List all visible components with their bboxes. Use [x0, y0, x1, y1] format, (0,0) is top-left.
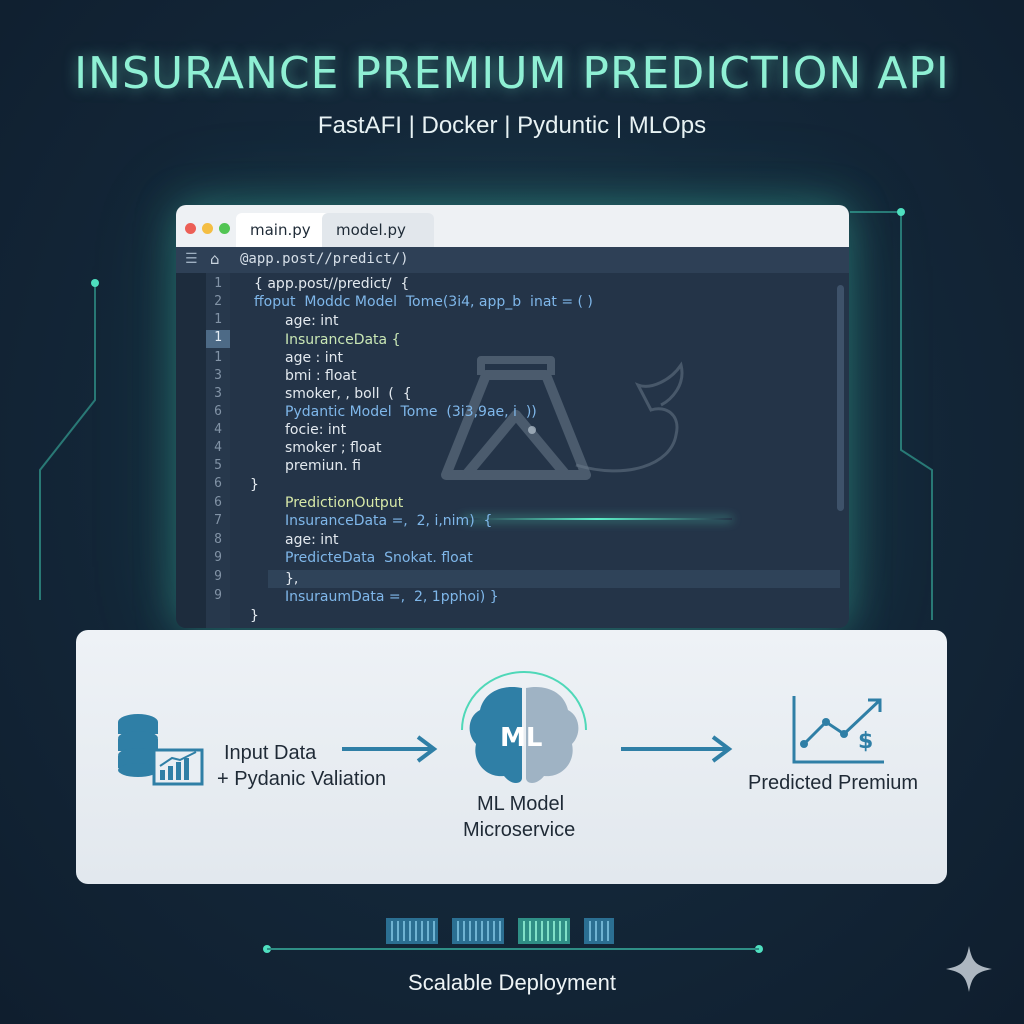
ml-brain-icon: ML: [461, 671, 587, 783]
code-line: InsuranceData {: [285, 332, 401, 348]
dollar-icon: $: [858, 729, 873, 754]
trend-chart-icon: $: [792, 696, 884, 764]
line-number: 7: [214, 513, 222, 528]
line-number: 2: [214, 294, 222, 309]
arrow-right-icon: [342, 735, 438, 763]
microservice-label: Microservice: [463, 819, 576, 841]
ml-badge-text: ML: [500, 723, 542, 753]
validation-label: + Pydanic Valiation: [217, 768, 387, 790]
line-number: 3: [214, 386, 222, 401]
line-number: 6: [214, 404, 222, 419]
editor-titlebar: main.py model.py: [176, 205, 849, 247]
sparkle-icon: [946, 946, 992, 992]
arrow-right-icon: [621, 735, 733, 763]
editor-scrollbar[interactable]: [837, 285, 844, 511]
code-line: },: [285, 571, 299, 587]
code-editor-window: main.py model.py ☰ ⌂ @app.post//predict/…: [176, 205, 849, 628]
line-number: 1: [214, 312, 222, 327]
code-line: smoker ; float: [285, 440, 382, 456]
database-chart-icon: [118, 714, 204, 786]
maximize-dot-icon[interactable]: [219, 223, 230, 234]
editor-side-gutter: [176, 273, 206, 628]
line-number: 5: [214, 458, 222, 473]
code-line: InsuranceData =, 2, i,nim) {: [285, 513, 493, 529]
line-number: 8: [214, 532, 222, 547]
line-number: 1: [214, 276, 222, 291]
code-line: Pydantic Model Tome (3i3,9ae, i )): [285, 404, 537, 420]
code-line: premiun. fi: [285, 458, 361, 474]
line-number: 3: [214, 368, 222, 383]
predicted-premium-label: Predicted Premium: [748, 772, 919, 794]
docker-whale-watermark-icon: [441, 356, 684, 480]
code-line: PredicteData Snokat. float: [285, 550, 473, 566]
input-data-label: Input Data: [224, 742, 317, 764]
code-line: bmi : float: [285, 368, 357, 384]
page-title: INSURANCE PREMIUM PREDICTION API: [74, 48, 950, 99]
line-number: 9: [214, 550, 222, 565]
code-line: }: [250, 608, 259, 624]
line-number: 4: [214, 440, 222, 455]
pipeline-panel: Input Data + Pydanic Valiation ML ML Mod…: [76, 630, 947, 884]
code-line: age : int: [285, 350, 343, 366]
code-line: }: [250, 477, 259, 493]
code-line: smoker, , boll ( {: [285, 386, 412, 402]
editor-breadcrumb-bar: ☰ ⌂ @app.post//predict/): [176, 247, 849, 273]
container-icon: [386, 918, 438, 944]
code-line: age: int: [285, 532, 339, 548]
code-line: ffoput Moddc Model Tome(3i4, app_b inat …: [254, 294, 593, 310]
tab-model-py[interactable]: model.py: [322, 213, 434, 247]
code-line: PredictionOutput: [285, 495, 404, 511]
line-number: 6: [214, 495, 222, 510]
route-path: @app.post//predict/): [240, 251, 409, 267]
scalable-deployment-label: Scalable Deployment: [408, 970, 616, 995]
minimize-dot-icon[interactable]: [202, 223, 213, 234]
code-line: age: int: [285, 313, 339, 329]
code-line: { app.post//predict/ {: [254, 276, 410, 292]
menu-icon[interactable]: ☰: [185, 251, 198, 267]
glow-divider: [462, 518, 732, 520]
line-number: 1: [214, 350, 222, 365]
container-stack-icon: [386, 918, 614, 944]
tech-stack-subtitle: FastAFI | Docker | Pyduntic | MLOps: [317, 112, 707, 139]
current-line-highlight: [268, 570, 840, 588]
line-number: 9: [214, 569, 222, 584]
close-dot-icon[interactable]: [185, 223, 196, 234]
line-number: 9: [214, 588, 222, 603]
line-number: 4: [214, 422, 222, 437]
ml-model-label: ML Model: [477, 793, 565, 815]
line-number-highlighted: 1: [206, 330, 230, 348]
line-number: 6: [214, 476, 222, 491]
code-line: InsuraumData =, 2, 1pphoi) }: [285, 589, 499, 605]
home-icon[interactable]: ⌂: [210, 250, 220, 268]
code-line: focie: int: [285, 422, 347, 438]
